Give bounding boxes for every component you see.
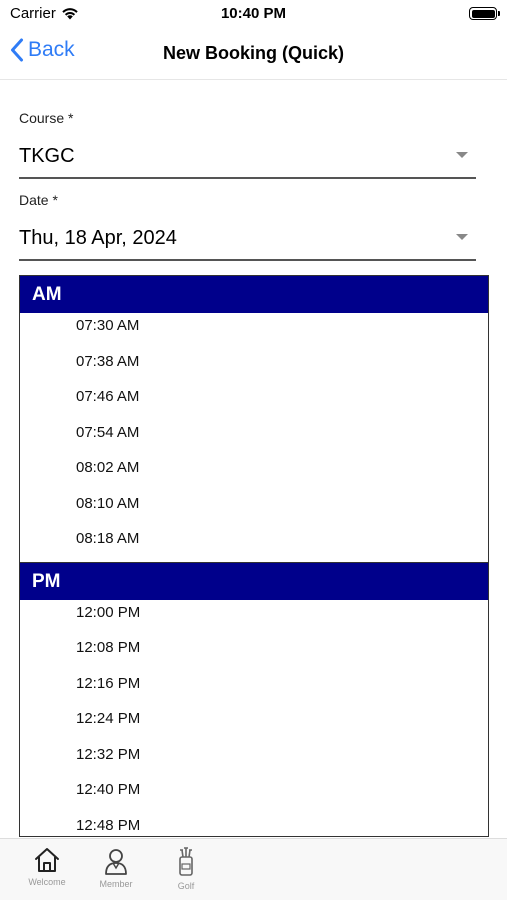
time-slot[interactable]: 12:48 PM: [20, 813, 488, 837]
course-value[interactable]: TKGC: [19, 145, 75, 168]
home-icon: [35, 848, 59, 872]
battery-icon: [469, 7, 500, 20]
course-dropdown-icon[interactable]: [456, 152, 468, 158]
time-slot[interactable]: 07:54 AM: [20, 420, 488, 456]
section-pm-slots: 12:00 PM 12:08 PM 12:16 PM 12:24 PM 12:3…: [20, 600, 488, 837]
person-icon: [105, 849, 127, 875]
date-underline: [19, 259, 476, 261]
status-time: 10:40 PM: [220, 5, 287, 22]
tab-member-label: Member: [99, 879, 133, 889]
time-slot[interactable]: 12:24 PM: [20, 706, 488, 742]
date-field[interactable]: Date * Thu, 18 Apr, 2024: [19, 192, 476, 264]
navigation-bar: Back New Booking (Quick): [0, 28, 507, 80]
time-slot[interactable]: 12:16 PM: [20, 671, 488, 707]
section-am-slots: 07:30 AM 07:38 AM 07:46 AM 07:54 AM 08:0…: [20, 313, 488, 563]
course-field[interactable]: Course * TKGC: [19, 110, 476, 182]
course-label: Course *: [19, 110, 74, 126]
tab-welcome[interactable]: Welcome: [17, 847, 77, 887]
section-header-am: AM: [20, 276, 488, 313]
tab-welcome-label: Welcome: [28, 877, 66, 887]
time-slot[interactable]: 08:18 AM: [20, 526, 488, 562]
time-slot[interactable]: 07:46 AM: [20, 384, 488, 420]
time-slot[interactable]: 07:38 AM: [20, 349, 488, 385]
time-slot[interactable]: 07:30 AM: [20, 313, 488, 349]
tee-time-list[interactable]: AM 07:30 AM 07:38 AM 07:46 AM 07:54 AM 0…: [19, 275, 489, 837]
time-slot[interactable]: 12:08 PM: [20, 635, 488, 671]
tab-member[interactable]: Member: [86, 847, 146, 889]
section-header-pm: PM: [20, 562, 488, 600]
golf-bag-icon: [179, 847, 193, 876]
time-slot[interactable]: 12:40 PM: [20, 777, 488, 813]
status-bar: Carrier 10:40 PM: [0, 0, 507, 28]
time-slot[interactable]: 12:32 PM: [20, 742, 488, 778]
time-slot[interactable]: 08:10 AM: [20, 491, 488, 527]
date-label: Date *: [19, 192, 58, 208]
time-slot[interactable]: 08:02 AM: [20, 455, 488, 491]
date-value[interactable]: Thu, 18 Apr, 2024: [19, 227, 177, 250]
date-dropdown-icon[interactable]: [456, 234, 468, 240]
time-slot[interactable]: 12:00 PM: [20, 600, 488, 636]
battery-fill: [471, 9, 495, 18]
page-title: New Booking (Quick): [162, 43, 344, 63]
tab-golf-label: Golf: [177, 881, 195, 891]
course-underline: [19, 177, 476, 179]
tab-golf[interactable]: Golf: [156, 847, 216, 891]
tab-bar: Welcome Member Golf: [0, 838, 507, 900]
